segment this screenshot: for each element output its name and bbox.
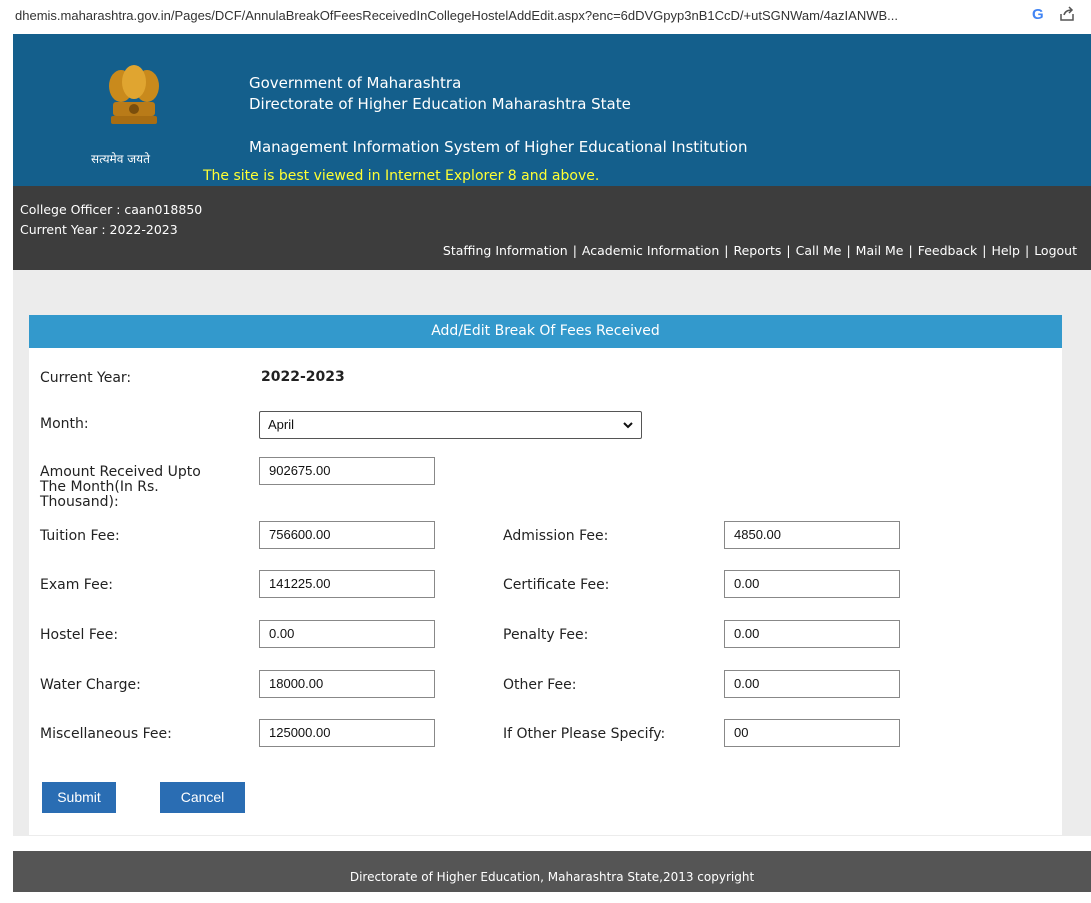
college-officer-text: College Officer : caan018850 xyxy=(20,202,203,217)
water-charge-label: Water Charge: xyxy=(40,677,141,693)
amount-label-line-3: Thousand): xyxy=(40,494,119,510)
month-selected-value: April xyxy=(268,417,295,432)
site-footer: Directorate of Higher Education, Maharas… xyxy=(13,851,1091,892)
tuition-fee-label: Tuition Fee: xyxy=(40,528,120,544)
amount-received-label: Amount Received Upto The Month(In Rs. Th… xyxy=(40,465,201,510)
current-year-text: Current Year : 2022-2023 xyxy=(20,222,178,237)
other-specify-label: If Other Please Specify: xyxy=(503,726,666,742)
other-fee-label: Other Fee: xyxy=(503,677,577,693)
nav-separator: | xyxy=(908,243,913,258)
nav-feedback[interactable]: Feedback xyxy=(918,243,978,258)
tuition-fee-input[interactable]: 756600.00 xyxy=(259,521,435,549)
certificate-fee-label: Certificate Fee: xyxy=(503,577,610,593)
miscellaneous-fee-label: Miscellaneous Fee: xyxy=(40,726,172,742)
browser-address-bar[interactable]: dhemis.maharashtra.gov.in/Pages/DCF/Annu… xyxy=(0,0,1091,34)
nav-logout[interactable]: Logout xyxy=(1034,243,1077,258)
site-header: सत्यमेव जयते Government of Maharashtra D… xyxy=(13,34,1091,186)
nav-call-me[interactable]: Call Me xyxy=(796,243,842,258)
nav-separator: | xyxy=(724,243,729,258)
state-emblem-icon xyxy=(109,65,159,124)
hostel-fee-input[interactable]: 0.00 xyxy=(259,620,435,648)
admission-fee-label: Admission Fee: xyxy=(503,528,609,544)
content-area: Add/Edit Break Of Fees Received Current … xyxy=(13,270,1091,836)
other-specify-input[interactable]: 00 xyxy=(724,719,900,747)
exam-fee-input[interactable]: 141225.00 xyxy=(259,570,435,598)
google-icon[interactable]: G xyxy=(1032,6,1044,23)
amount-label-line-2: The Month(In Rs. xyxy=(40,479,159,495)
url-text[interactable]: dhemis.maharashtra.gov.in/Pages/DCF/Annu… xyxy=(15,8,898,23)
mis-title: Management Information System of Higher … xyxy=(249,138,748,156)
chevron-down-icon xyxy=(623,422,633,429)
nav-separator: | xyxy=(786,243,791,258)
nav-separator: | xyxy=(846,243,851,258)
exam-fee-label: Exam Fee: xyxy=(40,577,114,593)
share-icon[interactable] xyxy=(1058,5,1076,23)
hostel-fee-label: Hostel Fee: xyxy=(40,627,119,643)
nav-separator: | xyxy=(1024,243,1030,258)
penalty-fee-label: Penalty Fee: xyxy=(503,627,589,643)
fees-form-panel: Add/Edit Break Of Fees Received Current … xyxy=(29,315,1062,835)
user-info-bar: College Officer : caan018850 Current Yea… xyxy=(13,186,1091,270)
top-nav: Staffing Information | Academic Informatio… xyxy=(443,243,1077,258)
amount-received-input[interactable]: 902675.00 xyxy=(259,457,435,485)
nav-separator: | xyxy=(982,243,987,258)
month-select[interactable]: April xyxy=(259,411,642,439)
penalty-fee-input[interactable]: 0.00 xyxy=(724,620,900,648)
nav-staffing-information[interactable]: Staffing Information xyxy=(443,243,568,258)
miscellaneous-fee-input[interactable]: 125000.00 xyxy=(259,719,435,747)
footer-copyright: Directorate of Higher Education, Maharas… xyxy=(349,870,755,884)
cancel-button[interactable]: Cancel xyxy=(160,782,245,813)
nav-help[interactable]: Help xyxy=(991,243,1020,258)
water-charge-input[interactable]: 18000.00 xyxy=(259,670,435,698)
nav-academic-information[interactable]: Academic Information xyxy=(582,243,719,258)
emblem-motto: सत्यमेव जयते xyxy=(91,152,150,166)
month-label: Month: xyxy=(40,416,89,432)
current-year-value: 2022-2023 xyxy=(261,369,345,385)
current-year-label: Current Year: xyxy=(40,370,132,386)
nav-mail-me[interactable]: Mail Me xyxy=(856,243,904,258)
submit-button[interactable]: Submit xyxy=(42,782,116,813)
form-title: Add/Edit Break Of Fees Received xyxy=(29,315,1062,348)
nav-reports[interactable]: Reports xyxy=(733,243,781,258)
amount-label-line-1: Amount Received Upto xyxy=(40,464,201,480)
nav-separator: | xyxy=(572,243,577,258)
certificate-fee-input[interactable]: 0.00 xyxy=(724,570,900,598)
other-fee-input[interactable]: 0.00 xyxy=(724,670,900,698)
government-title: Government of Maharashtra xyxy=(249,74,462,92)
admission-fee-input[interactable]: 4850.00 xyxy=(724,521,900,549)
browser-notice: The site is best viewed in Internet Expl… xyxy=(203,168,600,184)
directorate-title: Directorate of Higher Education Maharash… xyxy=(249,95,631,113)
